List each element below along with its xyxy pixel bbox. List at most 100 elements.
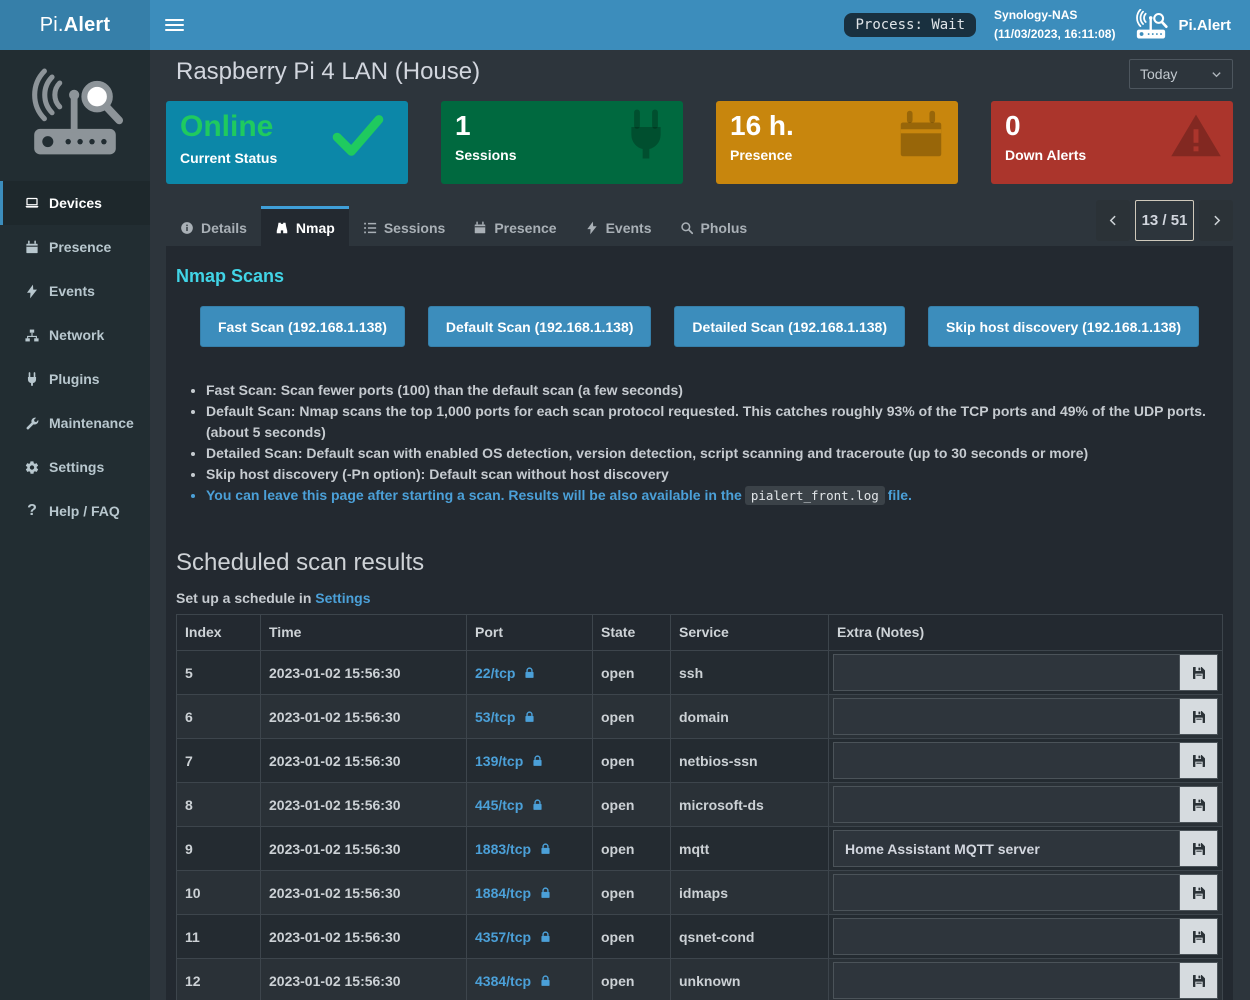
- save-note-button[interactable]: [1180, 786, 1218, 823]
- brand-logo[interactable]: Pi.Alert: [0, 0, 150, 50]
- cell-service: ssh: [671, 651, 829, 695]
- content-area: Raspberry Pi 4 LAN (House) Today Online …: [150, 50, 1250, 1000]
- note-input[interactable]: [833, 742, 1180, 779]
- plug-icon: [24, 372, 40, 387]
- tab-label: Events: [606, 220, 652, 236]
- tab-label: Pholus: [701, 220, 748, 236]
- cell-time: 2023-01-02 15:56:30: [261, 651, 467, 695]
- save-note-button[interactable]: [1180, 698, 1218, 735]
- note-input[interactable]: [833, 918, 1180, 955]
- scan-note: Detailed Scan: Default scan with enabled…: [206, 443, 1223, 464]
- save-note-button[interactable]: [1180, 962, 1218, 999]
- note-input[interactable]: [833, 654, 1180, 691]
- tab-sessions[interactable]: Sessions: [349, 206, 459, 246]
- save-icon: [1191, 709, 1207, 725]
- sidebar-item-help[interactable]: ? Help / FAQ: [0, 489, 150, 533]
- scan-buttons-row: Fast Scan (192.168.1.138) Default Scan (…: [176, 306, 1223, 347]
- device-tabs: Details Nmap Sessions Presence Events Ph…: [166, 206, 1233, 246]
- save-note-button[interactable]: [1180, 918, 1218, 955]
- port-link[interactable]: 445/tcp: [475, 797, 544, 813]
- table-row: 12 2023-01-02 15:56:30 4384/tcp open unk…: [177, 959, 1223, 1000]
- port-link[interactable]: 139/tcp: [475, 753, 544, 769]
- nmap-scans-heading: Nmap Scans: [176, 266, 1223, 287]
- port-link[interactable]: 1883/tcp: [475, 841, 552, 857]
- chevron-left-icon: [1107, 213, 1120, 228]
- tab-nmap[interactable]: Nmap: [261, 206, 349, 246]
- cell-index: 10: [177, 871, 261, 915]
- period-select[interactable]: Today: [1129, 59, 1233, 89]
- prev-device-button[interactable]: [1096, 200, 1130, 241]
- tab-label: Sessions: [384, 220, 445, 236]
- cell-index: 8: [177, 783, 261, 827]
- port-link[interactable]: 53/tcp: [475, 709, 536, 725]
- note-input[interactable]: [833, 874, 1180, 911]
- port-link[interactable]: 22/tcp: [475, 665, 536, 681]
- skip-host-discovery-button[interactable]: Skip host discovery (192.168.1.138): [928, 306, 1199, 347]
- cell-index: 5: [177, 651, 261, 695]
- default-scan-button[interactable]: Default Scan (192.168.1.138): [428, 306, 652, 347]
- tab-events[interactable]: Events: [571, 206, 666, 246]
- cell-service: unknown: [671, 959, 829, 1000]
- next-device-button[interactable]: [1199, 200, 1233, 241]
- tab-details[interactable]: Details: [166, 206, 261, 246]
- cell-note: [829, 695, 1223, 739]
- bolt-icon: [24, 284, 40, 299]
- cell-port: 445/tcp: [467, 783, 593, 827]
- navbar-pialert[interactable]: Pi.Alert: [1133, 9, 1231, 42]
- note-input[interactable]: [833, 962, 1180, 999]
- save-note-button[interactable]: [1180, 742, 1218, 779]
- sidebar-item-maintenance[interactable]: Maintenance: [0, 401, 150, 445]
- sidebar-item-plugins[interactable]: Plugins: [0, 357, 150, 401]
- device-position-indicator: 13 / 51: [1135, 200, 1194, 241]
- cell-service: qsnet-cond: [671, 915, 829, 959]
- host-name: Synology-NAS: [994, 6, 1115, 25]
- question-icon: ?: [24, 502, 40, 520]
- save-icon: [1191, 753, 1207, 769]
- settings-link[interactable]: Settings: [315, 590, 370, 606]
- sidebar-item-settings[interactable]: Settings: [0, 445, 150, 489]
- detailed-scan-button[interactable]: Detailed Scan (192.168.1.138): [674, 306, 905, 347]
- port-link[interactable]: 4384/tcp: [475, 973, 552, 989]
- tab-pholus[interactable]: Pholus: [666, 206, 762, 246]
- sidebar: Devices Presence Events Network Plugins …: [0, 50, 150, 1000]
- tab-presence[interactable]: Presence: [459, 206, 570, 246]
- save-icon: [1191, 973, 1207, 989]
- warning-icon: [1169, 109, 1223, 163]
- table-row: 8 2023-01-02 15:56:30 445/tcp open micro…: [177, 783, 1223, 827]
- ordered-list-icon: [363, 221, 377, 235]
- check-icon: [330, 114, 386, 158]
- pialert-router-icon: [1133, 9, 1169, 42]
- note-input[interactable]: [833, 698, 1180, 735]
- cell-port: 1883/tcp: [467, 827, 593, 871]
- cell-note: [829, 915, 1223, 959]
- sidebar-item-network[interactable]: Network: [0, 313, 150, 357]
- sitemap-icon: [24, 328, 40, 343]
- cell-service: domain: [671, 695, 829, 739]
- table-header-row: Index Time Port State Service Extra (Not…: [177, 615, 1223, 651]
- cell-state: open: [593, 783, 671, 827]
- save-note-button[interactable]: [1180, 654, 1218, 691]
- chevron-right-icon: [1210, 213, 1223, 228]
- sidebar-item-events[interactable]: Events: [0, 269, 150, 313]
- sidebar-item-devices[interactable]: Devices: [0, 181, 150, 225]
- leave-note-text: You can leave this page after starting a…: [206, 487, 742, 503]
- note-input[interactable]: [833, 786, 1180, 823]
- scheduled-results-heading: Scheduled scan results: [176, 549, 1223, 577]
- leave-note-text-end: file.: [888, 487, 912, 503]
- save-icon: [1191, 841, 1207, 857]
- lock-icon: [531, 754, 544, 768]
- save-icon: [1191, 929, 1207, 945]
- save-note-button[interactable]: [1180, 830, 1218, 867]
- fast-scan-button[interactable]: Fast Scan (192.168.1.138): [200, 306, 405, 347]
- pialert-logo: [24, 67, 126, 167]
- save-note-button[interactable]: [1180, 874, 1218, 911]
- note-input[interactable]: [833, 830, 1180, 867]
- lock-icon: [523, 666, 536, 680]
- cell-time: 2023-01-02 15:56:30: [261, 871, 467, 915]
- port-link[interactable]: 1884/tcp: [475, 885, 552, 901]
- save-icon: [1191, 885, 1207, 901]
- port-link[interactable]: 4357/tcp: [475, 929, 552, 945]
- wrench-icon: [24, 416, 40, 431]
- hamburger-icon[interactable]: [165, 19, 184, 31]
- sidebar-item-presence[interactable]: Presence: [0, 225, 150, 269]
